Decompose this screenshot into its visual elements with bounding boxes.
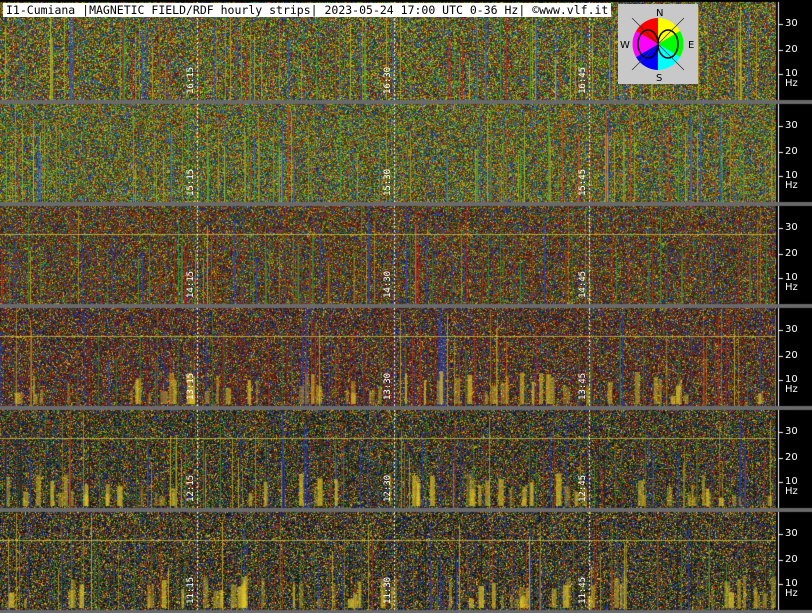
time-marker-label: 13:15 <box>186 372 196 400</box>
compass-north: N <box>656 8 663 19</box>
frequency-tick-label: 20 <box>785 248 798 259</box>
frequency-tick-label: 10 Hz <box>785 170 798 191</box>
compass-east: E <box>688 40 694 51</box>
time-marker-label: 12:15 <box>186 474 196 502</box>
frequency-tick-label: 20 <box>785 146 798 157</box>
time-marker-label: 14:45 <box>578 270 588 298</box>
time-marker-label: 14:15 <box>186 270 196 298</box>
time-marker-label: 16:30 <box>383 66 393 94</box>
time-marker-label: 14:30 <box>383 270 393 298</box>
compass-south: S <box>656 73 662 84</box>
frequency-tick-label: 20 <box>785 44 798 55</box>
time-marker-label: 16:15 <box>186 66 196 94</box>
frequency-tick-label: 30 <box>785 18 798 29</box>
spectrogram-canvas <box>0 0 812 613</box>
frequency-tick-label: 30 <box>785 426 798 437</box>
frequency-tick-label: 10 Hz <box>785 578 798 599</box>
compass-west: W <box>620 40 630 51</box>
time-marker-label: 15:15 <box>186 168 196 196</box>
frequency-tick-label: 30 <box>785 120 798 131</box>
time-marker-label: 13:30 <box>383 372 393 400</box>
time-marker-label: 15:45 <box>578 168 588 196</box>
frequency-tick-label: 10 Hz <box>785 68 798 89</box>
frequency-tick-label: 10 Hz <box>785 374 798 395</box>
time-marker-label: 12:30 <box>383 474 393 502</box>
frequency-tick-label: 20 <box>785 350 798 361</box>
frequency-tick-label: 10 Hz <box>785 476 798 497</box>
frequency-tick-label: 20 <box>785 554 798 565</box>
frequency-tick-label: 30 <box>785 324 798 335</box>
compass-rose-icon: N S E W <box>618 4 698 84</box>
time-marker-label: 11:30 <box>383 576 393 604</box>
page-title: I1-Cumiana |MAGNETIC FIELD/RDF hourly st… <box>3 3 612 17</box>
frequency-tick-label: 20 <box>785 452 798 463</box>
time-marker-label: 13:45 <box>578 372 588 400</box>
time-marker-label: 11:15 <box>186 576 196 604</box>
frequency-tick-label: 30 <box>785 222 798 233</box>
time-marker-label: 16:45 <box>578 66 588 94</box>
time-marker-label: 12:45 <box>578 474 588 502</box>
time-marker-label: 11:45 <box>578 576 588 604</box>
frequency-tick-label: 10 Hz <box>785 272 798 293</box>
time-marker-label: 15:30 <box>383 168 393 196</box>
frequency-tick-label: 30 <box>785 528 798 539</box>
